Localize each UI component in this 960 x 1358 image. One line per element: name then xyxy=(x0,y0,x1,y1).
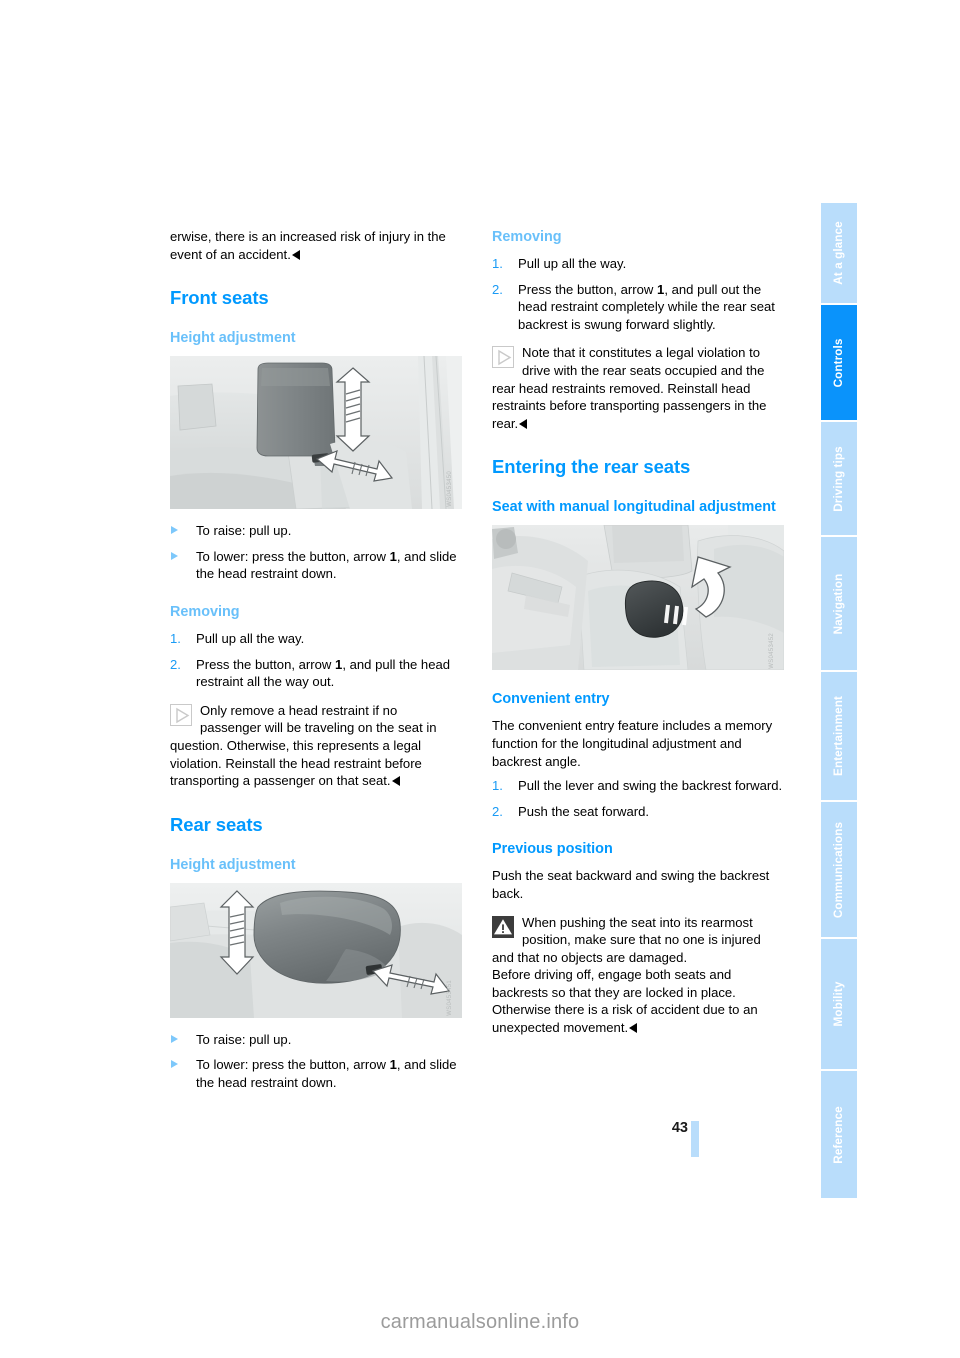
list-item: 2. Press the button, arrow 1, and pull th… xyxy=(170,656,451,690)
heading-entering-rear-seats: Entering the rear seats xyxy=(492,456,691,478)
manual-page: erwise, there is an increased risk of in… xyxy=(0,0,960,1358)
step-number: 1. xyxy=(492,256,503,271)
page-number-bar xyxy=(691,1121,699,1157)
step-number: 1. xyxy=(492,778,503,794)
figure-convenient-entry-lever: WS0453452 xyxy=(492,525,784,671)
list-item-text: To raise: pull up. xyxy=(196,1031,292,1047)
removing-steps-right: 1. Pull up all the way. 2. Press the butto… xyxy=(492,255,784,333)
list-item: To raise: pull up. xyxy=(170,522,462,540)
step-text: Pull up all the way. xyxy=(518,256,627,271)
list-item: 1. Pull up all the way. xyxy=(492,255,784,273)
sidebar-tab-navigation[interactable]: Navigation xyxy=(821,537,857,670)
warning-text-first: When pushing the seat into its rearmost … xyxy=(492,914,761,965)
continued-paragraph: erwise, there is an increased risk of in… xyxy=(170,228,462,263)
sidebar-tab-label: Mobility xyxy=(832,981,846,1027)
convenient-entry-steps: 1. Pull the lever and swing the backrest … xyxy=(492,777,784,820)
sidebar-tab-label: Driving tips xyxy=(832,445,846,512)
site-watermark: carmanualsonline.info xyxy=(380,1311,580,1333)
note-triangle-glyph xyxy=(176,707,190,723)
lever-illustration xyxy=(492,525,784,671)
heading-height-adjustment: Height adjustment xyxy=(170,330,296,347)
step-number: 2. xyxy=(492,803,503,819)
sidebar-tab-label: Entertainment xyxy=(832,696,846,776)
heading-convenient-entry: Convenient entry xyxy=(492,691,610,708)
step-text: Push the seat forward. xyxy=(518,803,650,819)
note-text: Only remove a head restraint if no passe… xyxy=(170,703,437,788)
sidebar-tab-label: Reference xyxy=(832,1105,846,1164)
list-item: 2. Push the seat forward. xyxy=(492,803,784,821)
figure-caption-code: WS0453452 xyxy=(769,632,776,669)
heading-seat-manual-longitudinal: Seat with manual longitudinal adjustment xyxy=(492,499,776,516)
left-text-column: erwise, there is an increased risk of in… xyxy=(170,228,462,1092)
note-callout-left: Only remove a head restraint if no passe… xyxy=(170,702,462,790)
warning-text-second: Before driving off, engage both seats an… xyxy=(492,966,784,1036)
note-triangle-glyph xyxy=(498,350,512,366)
rear-head-restraint-illustration xyxy=(170,882,462,1018)
figure-front-head-restraint: WS0453450 xyxy=(170,356,462,510)
list-item: 2. Press the button, arrow 1, and pull ou… xyxy=(492,281,775,332)
chapter-tab-rail: At a glance Controls Driving tips Naviga… xyxy=(821,203,857,1203)
sidebar-tab-reference[interactable]: Reference xyxy=(821,1071,857,1198)
warning-callout: When pushing the seat into its rearmost … xyxy=(492,914,784,967)
list-item: To lower: press the button, arrow 1, and… xyxy=(170,1056,462,1091)
sidebar-tab-label: At a glance xyxy=(832,221,846,285)
sidebar-tab-label: Navigation xyxy=(832,573,846,634)
heading-rear-height-adjustment: Height adjustment xyxy=(170,856,296,873)
note-text-body: Note that it constitutes a legal violati… xyxy=(492,345,767,431)
figure-caption-code: WS0453451 xyxy=(447,979,454,1016)
note-icon xyxy=(492,346,514,369)
page-number: 43 xyxy=(671,1120,688,1136)
rear-seats-bullet-list: To raise: pull up. To lower: press the b… xyxy=(170,1031,462,1092)
list-item: 1. Pull up all the way. xyxy=(170,630,462,648)
warning-text-second-body: Before driving off, engage both seats an… xyxy=(492,967,758,1036)
continued-paragraph-text: erwise, there is an increased risk of in… xyxy=(170,229,446,262)
triangle-bullet-icon xyxy=(171,526,178,535)
right-text-column: Removing 1. Pull up all the way. 2. Press … xyxy=(492,228,784,1037)
sidebar-tab-mobility[interactable]: Mobility xyxy=(821,939,857,1069)
sidebar-tab-driving-tips[interactable]: Driving tips xyxy=(821,422,857,535)
step-text: Pull up all the way. xyxy=(196,630,305,646)
end-mark-icon xyxy=(629,1023,638,1034)
heading-front-seats: Front seats xyxy=(170,287,269,309)
warning-icon xyxy=(492,915,514,938)
list-item: To lower: press the button, arrow 1, and… xyxy=(170,548,462,583)
step-number: 2. xyxy=(170,656,181,672)
sidebar-tab-entertainment[interactable]: Entertainment xyxy=(821,672,857,800)
list-item: 1. Pull the lever and swing the backrest … xyxy=(492,777,784,795)
figure-caption-code: WS0453450 xyxy=(447,471,454,508)
end-mark-icon xyxy=(391,776,400,787)
figure-rear-head-restraint: WS0453451 xyxy=(170,882,462,1018)
removing-steps-left: 1. Pull up all the way. 2. Press the butto… xyxy=(170,630,462,691)
warning-triangle-glyph xyxy=(494,918,512,934)
previous-position-body: Push the seat backward and swing the bac… xyxy=(492,868,770,901)
sidebar-tab-communications[interactable]: Communications xyxy=(821,802,857,937)
front-seats-bullet-list: To raise: pull up. To lower: press the b… xyxy=(170,522,462,583)
heading-removing-left: Removing xyxy=(170,603,240,620)
heading-previous-position: Previous position xyxy=(492,841,613,858)
list-item-text: To raise: pull up. xyxy=(196,523,292,539)
triangle-bullet-icon xyxy=(171,1060,178,1069)
end-mark-icon xyxy=(291,249,300,260)
end-mark-icon xyxy=(519,418,528,429)
step-number: 2. xyxy=(492,281,503,297)
note-text: Note that it constitutes a legal violati… xyxy=(492,345,766,430)
front-head-restraint-illustration xyxy=(170,356,462,510)
convenient-entry-body: The convenient entry feature includes a … xyxy=(492,718,773,769)
triangle-bullet-icon xyxy=(171,1034,178,1043)
triangle-bullet-icon xyxy=(171,551,178,560)
list-item: To raise: pull up. xyxy=(170,1031,462,1049)
note-callout-right: Note that it constitutes a legal violati… xyxy=(492,344,784,432)
sidebar-tab-at-a-glance[interactable]: At a glance xyxy=(821,203,857,303)
sidebar-tab-controls[interactable]: Controls xyxy=(821,305,857,420)
step-text: Pull the lever and swing the backrest fo… xyxy=(518,778,783,794)
heading-removing-right: Removing xyxy=(492,229,562,245)
note-icon xyxy=(170,703,192,726)
step-number: 1. xyxy=(170,630,181,646)
sidebar-tab-label: Controls xyxy=(832,338,846,387)
heading-rear-seats: Rear seats xyxy=(170,813,263,835)
sidebar-tab-label: Communications xyxy=(832,821,846,918)
